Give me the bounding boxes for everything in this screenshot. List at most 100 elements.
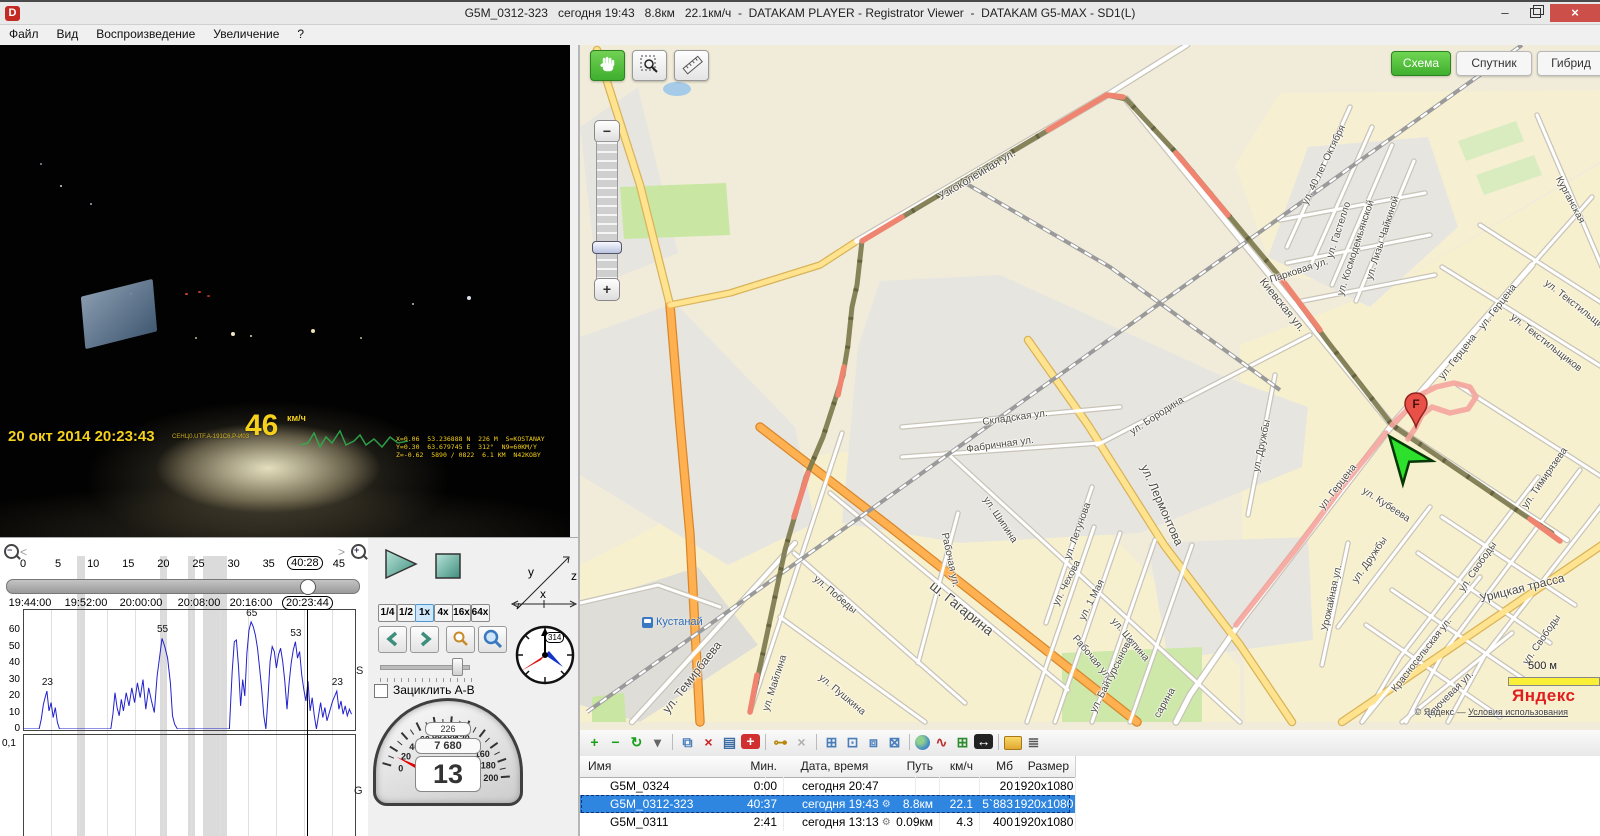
speedometer: 020406080100120140160180200 226 7 680 13 (373, 698, 523, 808)
toolbar-archive-button[interactable]: + (741, 734, 760, 749)
toolbar-add-file-button[interactable]: + (585, 733, 604, 751)
map-type-Спутник[interactable]: Спутник (1456, 51, 1532, 76)
toolbar-folder-button[interactable] (1004, 736, 1022, 750)
next-file-button[interactable] (410, 626, 439, 653)
toolbar-video-export-button[interactable]: ↔ (974, 734, 993, 749)
toolbar-chart-button[interactable]: ∿ (932, 733, 951, 751)
attribution-terms-link[interactable]: Условия использования (1468, 707, 1568, 717)
gsensor-graph-label: G (354, 785, 363, 797)
timeline-scroll-right[interactable]: > (338, 545, 345, 559)
video-viewport[interactable]: 20 окт 2014 20:23:43 СЕНЦ0.UТF.А-191С6.Р… (0, 45, 570, 537)
table-row-G5M_0311[interactable]: 0.09км (892, 813, 940, 831)
menu-item-Файл[interactable]: Файл (0, 25, 48, 43)
yandex-logo[interactable]: Яндекс (1512, 686, 1575, 706)
menu-item-?[interactable]: ? (288, 25, 313, 43)
map-scale-label: 500 м (1528, 660, 1557, 672)
speed-axis-tick: 20 (8, 690, 20, 702)
speed-option-1/2[interactable]: 1/2 (396, 604, 416, 622)
toolbar-delete-button[interactable]: × (699, 733, 718, 751)
axis-x-label: x (540, 587, 546, 601)
map-ruler-tool-button[interactable] (674, 50, 709, 81)
toolbar-copy-button[interactable]: ⧉ (678, 733, 697, 751)
svg-text:F: F (1412, 397, 1419, 411)
timeline-scroll-left[interactable]: < (20, 545, 27, 559)
speed-option-1x[interactable]: 1x (415, 604, 434, 622)
video-speed-overlay: 46 (245, 409, 279, 442)
toolbar-report-button[interactable]: ≣ (1024, 733, 1043, 751)
volume-slider-thumb[interactable] (452, 658, 463, 676)
toolbar-more-button[interactable]: ▾ (648, 733, 667, 751)
toolbar-refresh-button[interactable]: ↻ (627, 733, 646, 751)
column-header-Мин.[interactable]: Мин. (736, 756, 784, 778)
timeline-graph-panel: − < > + 0 5 10 15 20 25 30 35 45 40:28 19:44:00 19:… (0, 537, 368, 836)
toolbar-separator (816, 734, 817, 750)
map-type-Схема[interactable]: Схема (1391, 51, 1451, 76)
column-header-Дата, время[interactable]: Дата, время (778, 756, 898, 778)
video-gps-overlay: X=0.06 53.236888 N 226 M S=KOSTANAY Y=0.… (396, 435, 545, 459)
toolbar-cut-disabled-button[interactable]: × (792, 733, 811, 751)
toolbar-select-button[interactable]: ⊡ (843, 733, 862, 751)
graph-zoom-in-button[interactable] (478, 626, 507, 653)
timeline-time-label: 20:08:00 (177, 597, 221, 609)
gsensor-waveform (300, 429, 409, 449)
map-scale-bar (1508, 677, 1600, 686)
toolbar-map-add-button[interactable]: ⊞ (953, 733, 972, 751)
timeline-zoom-in-icon[interactable]: + (351, 544, 366, 559)
map-zoom-slider[interactable] (596, 141, 618, 280)
map-zoom-out-button[interactable]: − (594, 120, 620, 143)
table-row-G5M_0324[interactable] (892, 777, 940, 795)
map-type-Гибрид[interactable]: Гибрид (1537, 51, 1600, 76)
prev-file-button[interactable] (378, 626, 407, 653)
svg-text:200: 200 (483, 773, 498, 783)
loop-ab-checkbox[interactable] (374, 684, 388, 698)
gps-track-icon: ⚙ (881, 817, 891, 828)
stop-button[interactable] (434, 552, 464, 582)
column-header-Имя[interactable]: Имя (580, 756, 744, 778)
graph-zoom-out-button[interactable] (446, 626, 475, 653)
toolbar-layers-2-button[interactable]: ⊠ (885, 733, 904, 751)
speed-option-4x[interactable]: 4x (433, 604, 453, 622)
file-toolbar: + − ↻ ▾ ⧉ × ▤ + ⊶ × ⊞ ⊡ ⧈ ⊠ ∿ ⊞ ↔ ≣ (580, 730, 1600, 757)
table-row-G5M_0312-323[interactable]: 40:37 (736, 795, 784, 813)
timeline-scale-tick: 25 (192, 558, 205, 570)
column-header-Путь[interactable]: Путь (892, 756, 940, 778)
table-row-G5M_0311[interactable]: 1920x1080 (1014, 813, 1076, 831)
file-table[interactable]: Имя Мин. Дата, время Путь км/ч Мб Размер G5M_03… (580, 756, 1600, 836)
toolbar-google-earth-button[interactable] (915, 735, 930, 750)
menu-item-Воспроизведение[interactable]: Воспроизведение (87, 25, 204, 43)
table-row-G5M_0311[interactable]: 2:41 (736, 813, 784, 831)
map-pan-tool-button[interactable] (590, 50, 625, 81)
table-row-G5M_0312-323[interactable]: 1920x1080 (1014, 795, 1076, 813)
speed-option-16x[interactable]: 16x (452, 604, 471, 622)
toolbar-select-add-button[interactable]: ⊞ (822, 733, 841, 751)
timeline-time-label: 19:44:00 (8, 597, 52, 609)
speed-axis-tick: 10 (8, 706, 20, 718)
table-row-G5M_0324[interactable]: 1920x1080 (1014, 777, 1076, 795)
menu-item-Увеличение[interactable]: Увеличение (204, 25, 288, 43)
app-window: D G5M_0312-323 сегодня 19:43 8.8км 22.1к… (0, 0, 1600, 836)
menu-item-Вид[interactable]: Вид (48, 25, 88, 43)
playback-cursor-line (307, 609, 308, 836)
column-header-Размер[interactable]: Размер (1014, 756, 1076, 778)
table-row-G5M_0312-323[interactable]: 8.8км (892, 795, 940, 813)
map-zoom-in-button[interactable]: + (594, 278, 620, 301)
toolbar-save-button[interactable]: ▤ (720, 733, 739, 751)
map-zoom-select-tool-button[interactable] (632, 50, 667, 81)
timeline-zoom-out-icon[interactable]: − (4, 544, 19, 559)
close-button[interactable]: × (1550, 4, 1600, 22)
restore-button[interactable] (1522, 4, 1548, 22)
toolbar-remove-file-button[interactable]: − (606, 733, 625, 751)
toolbar-key-button[interactable]: ⊶ (771, 733, 790, 751)
map-zoom-slider-thumb[interactable] (592, 241, 622, 254)
speed-axis-tick: 60 (8, 624, 20, 636)
timeline-slider-thumb[interactable] (300, 579, 317, 595)
table-row-G5M_0324[interactable]: 0:00 (736, 777, 784, 795)
minimize-button[interactable]: – (1492, 4, 1518, 22)
timeline-cursor-scale-bubble: 40:28 (287, 556, 323, 570)
play-button[interactable] (382, 548, 422, 582)
map-panel[interactable]: F Узкоколейная ул. Киевская ул. ул. 40 лет… (578, 45, 1600, 730)
speed-option-1/4[interactable]: 1/4 (378, 604, 397, 622)
speed-option-64x[interactable]: 64x (470, 604, 490, 622)
toolbar-layers-button[interactable]: ⧈ (864, 733, 883, 751)
timeline-scale-tick: 5 (55, 558, 62, 570)
